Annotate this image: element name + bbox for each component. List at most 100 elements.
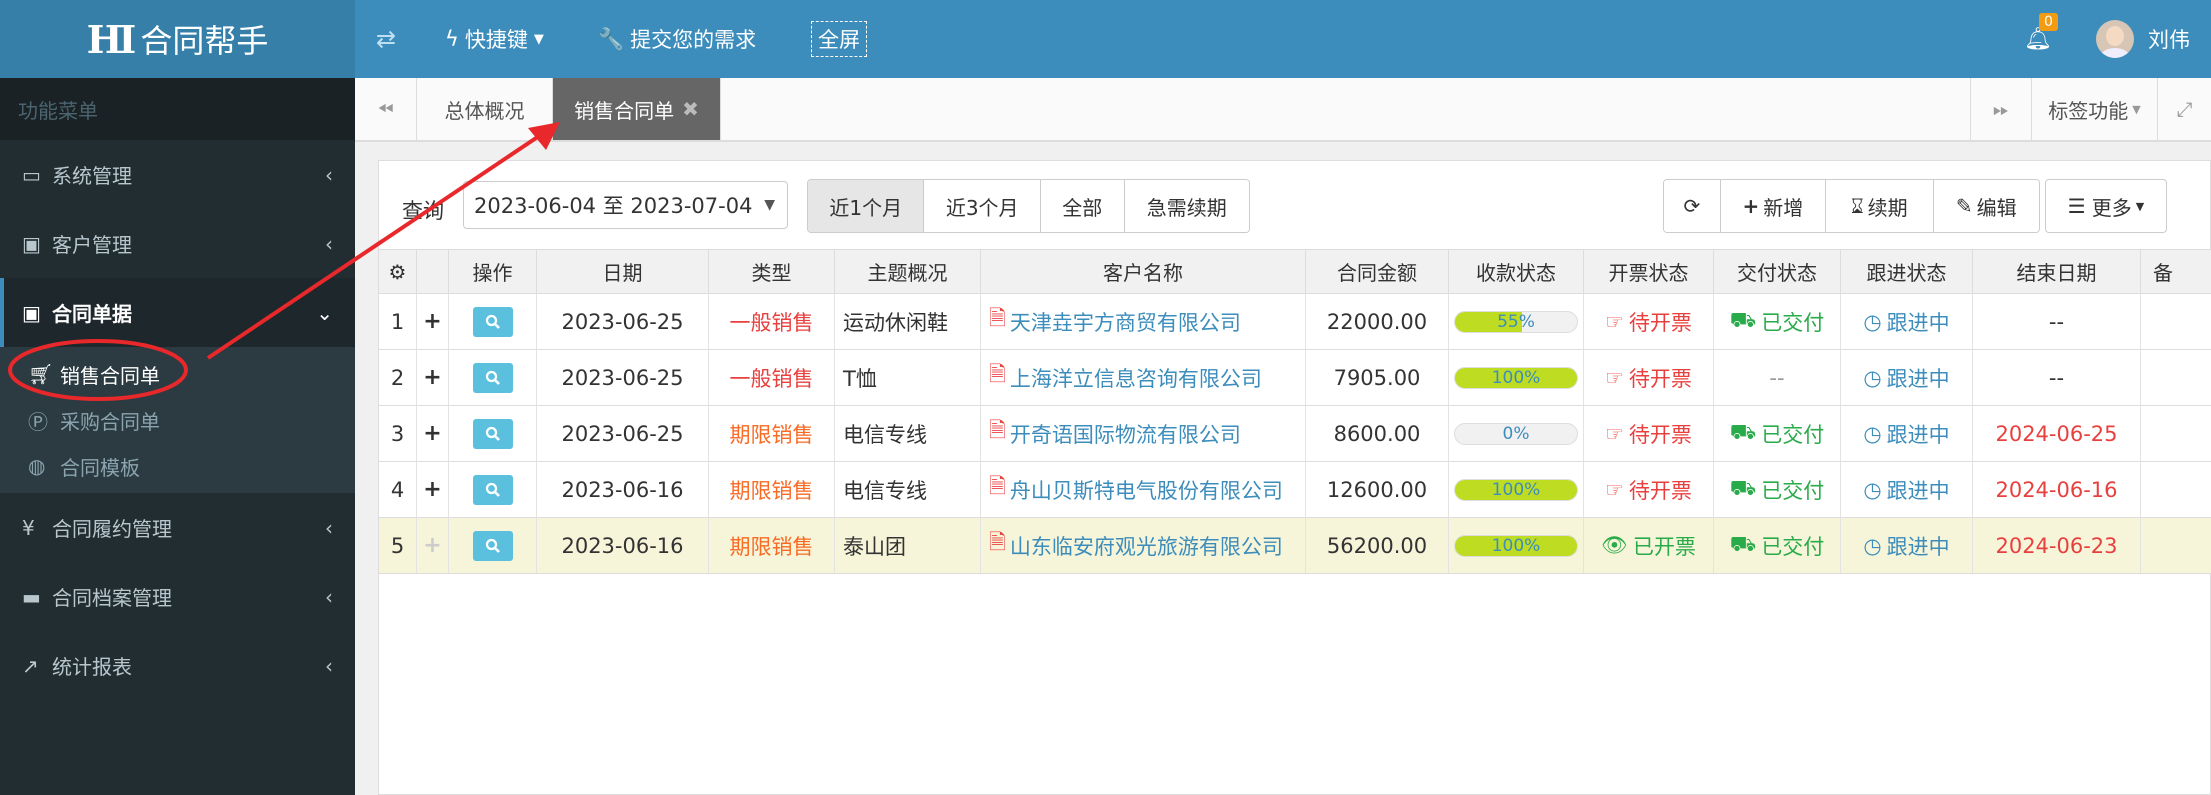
filter-all[interactable]: 全部	[1040, 180, 1125, 232]
contract-type: 期限销售	[709, 462, 835, 517]
tab-overview[interactable]: 总体概况	[417, 78, 553, 140]
sidebar-item-customers[interactable]: ▣ 客户管理 ‹	[0, 209, 355, 278]
sidebar-item-label: 系统管理	[52, 164, 132, 188]
sidebar-subitem-label: 合同模板	[60, 455, 140, 480]
sidebar-item-archive[interactable]: ▬ 合同档案管理 ‹	[0, 562, 355, 631]
expand-row-icon[interactable]: +	[417, 462, 449, 517]
date-range-picker[interactable]: 2023-06-04 至 2023-07-04 ▼	[463, 181, 788, 229]
customer-link[interactable]: 🗎 上海洋立信息咨询有限公司	[981, 350, 1306, 405]
notification-bell[interactable]: 🔔︎ 0	[2024, 0, 2064, 78]
column-header[interactable]: 主题概况	[835, 250, 981, 293]
sidebar-item-label: 统计报表	[52, 655, 132, 679]
view-button[interactable]	[449, 462, 537, 517]
delivery-value: 已交付	[1761, 478, 1825, 503]
user-menu[interactable]: 刘伟	[2096, 0, 2190, 78]
column-header[interactable]: 结束日期	[1973, 250, 2141, 293]
column-header[interactable]: 客户名称	[981, 250, 1306, 293]
delivery-status: --	[1714, 350, 1841, 405]
tab-scroll-right-icon[interactable]: ⏩︎	[1970, 78, 2032, 140]
expand-row-icon[interactable]: +	[417, 294, 449, 349]
filter-urgent-renewal[interactable]: 急需续期	[1124, 180, 1249, 232]
contract-date: 2023-06-25	[537, 350, 709, 405]
tab-scroll-left-icon[interactable]: ⏪︎	[355, 78, 417, 140]
close-icon[interactable]: ✖	[682, 97, 699, 121]
sidebar-item-reports[interactable]: ↗ 统计报表 ‹	[0, 631, 355, 700]
invoice-value: 待开票	[1628, 366, 1692, 391]
remark-cell	[2141, 350, 2211, 405]
column-header: 操作	[449, 250, 537, 293]
user-name: 刘伟	[2148, 28, 2190, 52]
contract-type: 期限销售	[709, 518, 835, 573]
column-header[interactable]: 合同金额	[1306, 250, 1449, 293]
tab-sales-contract[interactable]: 销售合同单 ✖	[553, 78, 721, 140]
progress-label: 0%	[1502, 423, 1530, 444]
sidebar-item-label: 客户管理	[52, 233, 132, 257]
contract-amount: 12600.00	[1306, 462, 1449, 517]
app-logo[interactable]: HI 合同帮手	[0, 0, 355, 78]
expand-icon[interactable]: ⤢	[2158, 78, 2211, 140]
table-row[interactable]: 2 +2023-06-25 一般销售 T恤 🗎 上海洋立信息咨询有限公司 7905.00 10…	[379, 350, 2211, 406]
column-header[interactable]: 日期	[537, 250, 709, 293]
sidebar-item-contracts[interactable]: ▣ 合同单据 ⌄	[0, 278, 355, 347]
customer-name: 山东临安府观光旅游有限公司	[1009, 534, 1283, 559]
sidebar-item-purchase-contract[interactable]: Ⓟ 采购合同单	[0, 397, 355, 443]
hand-pointer-icon: ☞	[1605, 309, 1624, 334]
delivery-value: 已交付	[1761, 534, 1825, 559]
shortcuts-menu[interactable]: ϟ 快捷键 ▼	[445, 0, 544, 78]
follow-value: 跟进中	[1886, 534, 1950, 559]
tag-functions-label: 标签功能	[2048, 98, 2129, 123]
sidebar-item-contract-template[interactable]: ◍ 合同模板	[0, 443, 355, 489]
expand-row-icon[interactable]: +	[417, 518, 449, 573]
table-body: 1 +2023-06-25 一般销售 运动休闲鞋 🗎 天津垚宇方商贸有限公司 22000.0…	[379, 294, 2211, 574]
column-header[interactable]: 跟进状态	[1841, 250, 1973, 293]
app-title: 合同帮手	[140, 22, 269, 60]
column-header[interactable]: 收款状态	[1449, 250, 1584, 293]
sidebar-item-label: 合同档案管理	[52, 586, 172, 610]
customer-link[interactable]: 🗎 天津垚宇方商贸有限公司	[981, 294, 1306, 349]
table-row[interactable]: 1 +2023-06-25 一般销售 运动休闲鞋 🗎 天津垚宇方商贸有限公司 22000.0…	[379, 294, 2211, 350]
sidebar-toggle-icon[interactable]: ⇄	[376, 0, 396, 78]
customer-link[interactable]: 🗎 舟山贝斯特电气股份有限公司	[981, 462, 1306, 517]
expand-row-icon[interactable]: +	[417, 406, 449, 461]
sidebar-item-fulfillment[interactable]: ¥ 合同履约管理 ‹	[0, 493, 355, 562]
customer-link[interactable]: 🗎 开奇语国际物流有限公司	[981, 406, 1306, 461]
view-button[interactable]	[449, 294, 537, 349]
sidebar-item-system[interactable]: ▭ 系统管理 ‹	[0, 140, 355, 209]
payment-progress: 100%	[1449, 350, 1584, 405]
hourglass-icon: ⌛︎	[1851, 194, 1864, 218]
renew-button[interactable]: ⌛︎ 续期	[1826, 180, 1934, 232]
invoice-status: ☞ 待开票	[1584, 406, 1714, 461]
view-button[interactable]	[449, 350, 537, 405]
column-header[interactable]: 开票状态	[1584, 250, 1714, 293]
tag-functions-menu[interactable]: 标签功能 ▼	[2032, 78, 2158, 140]
filter-3-months[interactable]: 近3个月	[924, 180, 1041, 232]
fullscreen-button[interactable]: 全屏	[811, 0, 867, 78]
table-row[interactable]: 4 +2023-06-16 期限销售 电信专线 🗎 舟山贝斯特电气股份有限公司 12600.…	[379, 462, 2211, 518]
table-row[interactable]: 3 +2023-06-25 期限销售 电信专线 🗎 开奇语国际物流有限公司 8600.00 0…	[379, 406, 2211, 462]
customer-name: 天津垚宇方商贸有限公司	[1009, 310, 1241, 335]
view-button[interactable]	[449, 406, 537, 461]
settings-gear-icon[interactable]: ⚙	[379, 250, 417, 293]
column-header[interactable]: 交付状态	[1714, 250, 1841, 293]
customer-link[interactable]: 🗎 山东临安府观光旅游有限公司	[981, 518, 1306, 573]
clock-icon: ◷	[1863, 309, 1882, 334]
add-button[interactable]: + 新增	[1720, 180, 1827, 232]
view-button[interactable]	[449, 518, 537, 573]
filter-1-month[interactable]: 近1个月	[808, 180, 925, 232]
column-header[interactable]: 类型	[709, 250, 835, 293]
chevron-left-icon: ‹	[325, 653, 333, 678]
expand-row-icon[interactable]: +	[417, 350, 449, 405]
refresh-button[interactable]: ⟳	[1664, 180, 1721, 232]
sidebar-item-sales-contract[interactable]: 🛒︎ 销售合同单	[0, 351, 355, 397]
feedback-link[interactable]: 🔧 提交您的需求	[598, 0, 756, 78]
remark-cell	[2141, 518, 2211, 573]
top-navbar: HI 合同帮手 ⇄ ϟ 快捷键 ▼ 🔧 提交您的需求 全屏 🔔︎ 0 刘伟	[0, 0, 2211, 78]
logo-mark: HI	[86, 16, 137, 62]
column-header[interactable]: 备	[2141, 250, 2211, 293]
more-button[interactable]: ☰ 更多 ▼	[2045, 179, 2167, 233]
notification-badge: 0	[2039, 13, 2058, 31]
content-area: 查询 2023-06-04 至 2023-07-04 ▼ 近1个月 近3个月 全…	[355, 142, 2211, 795]
edit-button[interactable]: ✎ 编辑	[1933, 180, 2039, 232]
table-row[interactable]: 5 +2023-06-16 期限销售 泰山团 🗎 山东临安府观光旅游有限公司 56200.0…	[379, 518, 2211, 574]
chevron-left-icon: ‹	[325, 162, 333, 187]
